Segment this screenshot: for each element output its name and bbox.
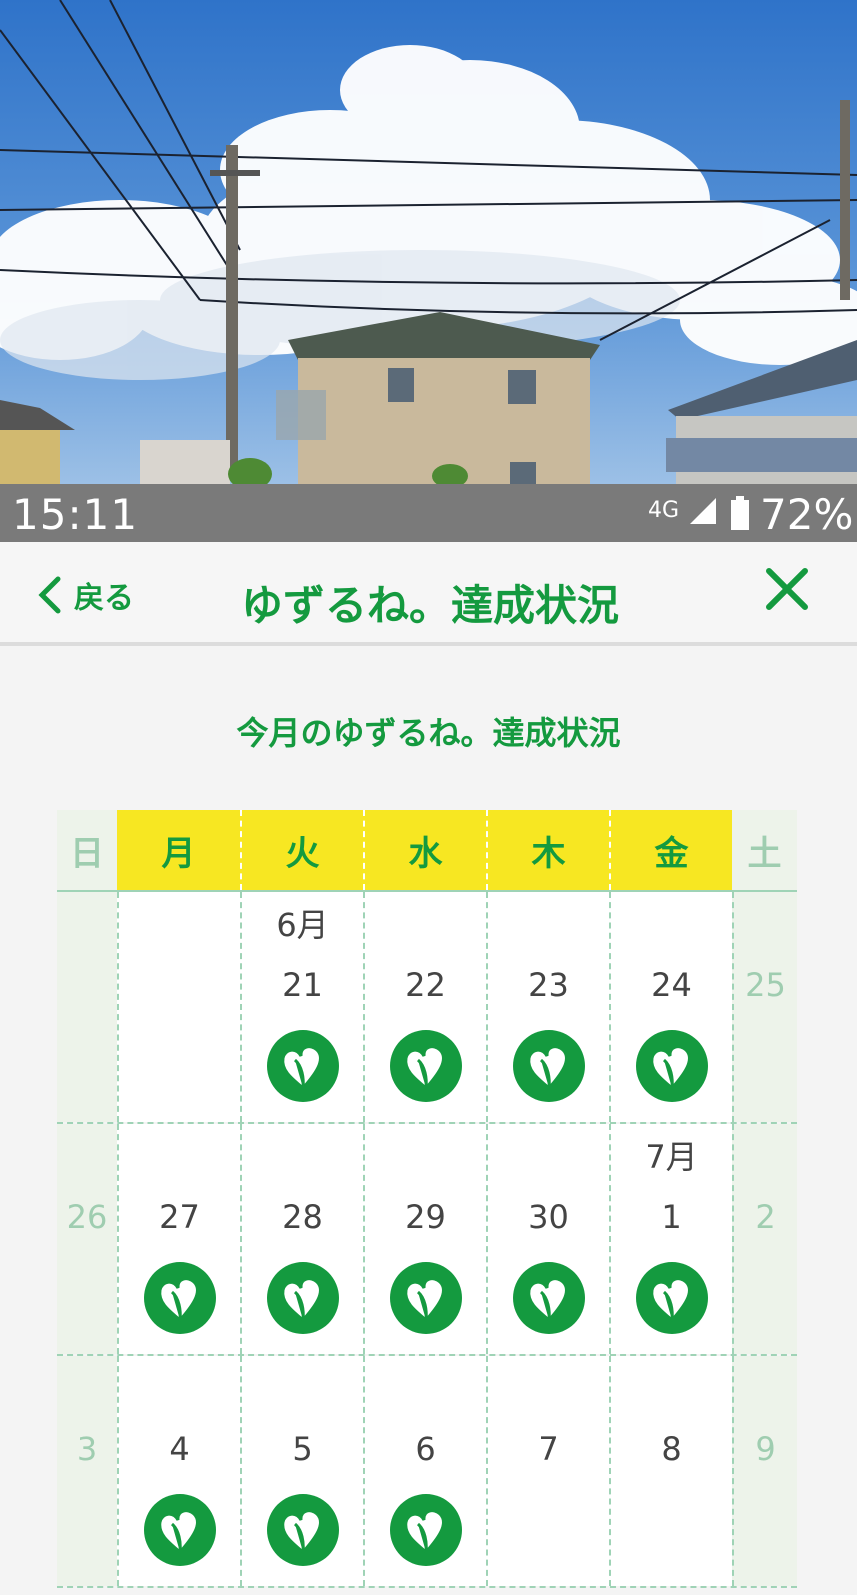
calendar-day-cell: 29 xyxy=(363,1124,486,1354)
weekday-label: 火 xyxy=(240,810,363,890)
achievement-badge-icon xyxy=(266,1030,339,1102)
day-number: 4 xyxy=(169,1430,190,1468)
calendar-day-cell: 2 xyxy=(732,1124,797,1354)
status-time: 15:11 xyxy=(12,490,139,539)
network-indicator: 4G xyxy=(648,498,680,523)
calendar-day-cell: 4 xyxy=(117,1356,240,1586)
achievement-badge-icon xyxy=(389,1030,462,1102)
weekday-label: 金 xyxy=(609,810,732,890)
app-header: 戻る ゆずるね。達成状況 xyxy=(0,542,857,646)
back-button-label: 戻る xyxy=(74,581,134,616)
battery-icon xyxy=(731,496,749,530)
weekday-label: 水 xyxy=(363,810,486,890)
weekday-label: 木 xyxy=(486,810,609,890)
day-number: 26 xyxy=(66,1198,108,1236)
calendar-day-cell: 27 xyxy=(117,1124,240,1354)
calendar-week-row: 3 4 5 6 7 8 9 xyxy=(57,1356,797,1588)
achievement-badge-icon xyxy=(266,1494,339,1566)
calendar-day-cell: 8 xyxy=(609,1356,732,1586)
day-number: 9 xyxy=(755,1430,776,1468)
achievement-badge-icon xyxy=(512,1030,585,1102)
achievement-badge-icon xyxy=(389,1262,462,1334)
achievement-badge-icon xyxy=(635,1030,708,1102)
day-number: 2 xyxy=(755,1198,776,1236)
calendar-day-cell xyxy=(117,892,240,1122)
achievement-badge-icon xyxy=(143,1494,216,1566)
day-number: 28 xyxy=(282,1198,323,1236)
signal-icon xyxy=(690,498,716,524)
calendar-day-cell: 3 xyxy=(57,1356,117,1586)
month-label: 6月 xyxy=(276,906,329,944)
calendar-day-cell: 5 xyxy=(240,1356,363,1586)
calendar-week-row: 26 27 28 29 30 7月 1 2 xyxy=(57,1124,797,1356)
day-number: 29 xyxy=(405,1198,446,1236)
calendar-day-cell: 26 xyxy=(57,1124,117,1354)
weekday-header-row: 日月火水木金土 xyxy=(57,810,797,892)
calendar-body: 6月 21 22 23 24 25 26 27 28 29 30 7月 1 2 3 4 5 6 7 8 9 xyxy=(57,892,797,1588)
day-number: 24 xyxy=(651,966,692,1004)
day-number: 23 xyxy=(528,966,569,1004)
day-number: 1 xyxy=(661,1198,682,1236)
day-number: 7 xyxy=(538,1430,559,1468)
status-bar: 15:11 4G 72% xyxy=(0,484,857,542)
achievement-badge-icon xyxy=(266,1262,339,1334)
close-icon[interactable] xyxy=(766,568,808,610)
weekday-label: 日 xyxy=(57,810,117,890)
achievement-badge-icon xyxy=(143,1262,216,1334)
day-number: 21 xyxy=(282,966,323,1004)
day-number: 3 xyxy=(76,1430,98,1468)
weekday-label: 月 xyxy=(117,810,240,890)
achievement-badge-icon xyxy=(635,1262,708,1334)
calendar-day-cell: 7月 1 xyxy=(609,1124,732,1354)
day-number: 25 xyxy=(745,966,786,1004)
calendar-day-cell: 22 xyxy=(363,892,486,1122)
month-label: 7月 xyxy=(645,1138,698,1176)
calendar-day-cell: 24 xyxy=(609,892,732,1122)
calendar-day-cell: 9 xyxy=(732,1356,797,1586)
calendar-day-cell: 7 xyxy=(486,1356,609,1586)
calendar-day-cell: 23 xyxy=(486,892,609,1122)
calendar-day-cell: 25 xyxy=(732,892,797,1122)
day-number: 22 xyxy=(405,966,446,1004)
calendar-day-cell: 28 xyxy=(240,1124,363,1354)
achievement-badge-icon xyxy=(389,1494,462,1566)
day-number: 5 xyxy=(292,1430,313,1468)
calendar-day-cell xyxy=(57,892,117,1122)
battery-percent: 72% xyxy=(760,490,854,539)
achievement-badge-icon xyxy=(512,1262,585,1334)
day-number: 27 xyxy=(159,1198,200,1236)
calendar-week-row: 6月 21 22 23 24 25 xyxy=(57,892,797,1124)
back-button[interactable]: 戻る xyxy=(36,570,134,620)
achievement-calendar: 日月火水木金土 6月 21 22 23 24 25 26 27 28 29 30 7月 1 2 3 4 5 6 7 8… xyxy=(57,810,797,1588)
chevron-left-icon xyxy=(38,576,61,614)
calendar-day-cell: 6 xyxy=(363,1356,486,1586)
calendar-day-cell: 6月 21 xyxy=(240,892,363,1122)
day-number: 8 xyxy=(661,1430,682,1468)
calendar-day-cell: 30 xyxy=(486,1124,609,1354)
page-title: ゆずるね。達成状況 xyxy=(240,581,619,630)
day-number: 30 xyxy=(528,1198,569,1236)
weekday-label: 土 xyxy=(732,810,797,890)
day-number: 6 xyxy=(415,1430,436,1468)
background-photo xyxy=(0,0,857,484)
section-title: 今月のゆずるね。達成状況 xyxy=(236,714,621,752)
